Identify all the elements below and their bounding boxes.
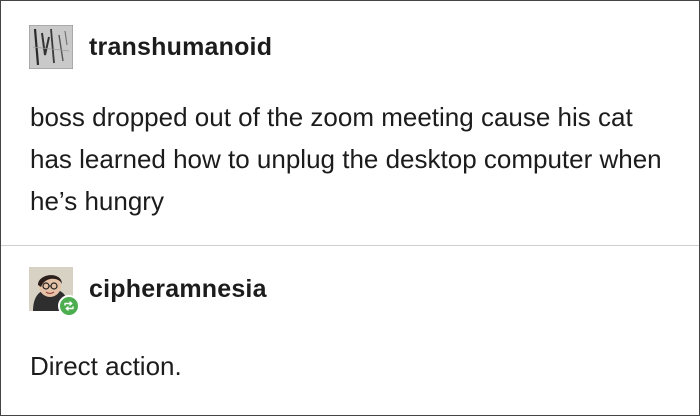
reblog-icon [64,301,74,311]
post-body: Direct action. [30,351,182,381]
post-body: boss dropped out of the zoom meeting cau… [30,102,662,216]
post-thread: transhumanoid boss dropped out of the zo… [0,0,700,416]
username[interactable]: transhumanoid [89,33,272,62]
sketch-avatar-icon [29,25,73,69]
reblog-badge [58,295,80,317]
username[interactable]: cipheramnesia [89,275,267,304]
post-header: cipheramnesia [29,267,267,317]
post-transhumanoid: transhumanoid boss dropped out of the zo… [1,1,699,245]
post-cipheramnesia: cipheramnesia Direct action. [1,246,699,415]
avatar[interactable] [29,25,73,69]
avatar[interactable] [29,267,80,317]
post-header: transhumanoid [29,25,272,69]
